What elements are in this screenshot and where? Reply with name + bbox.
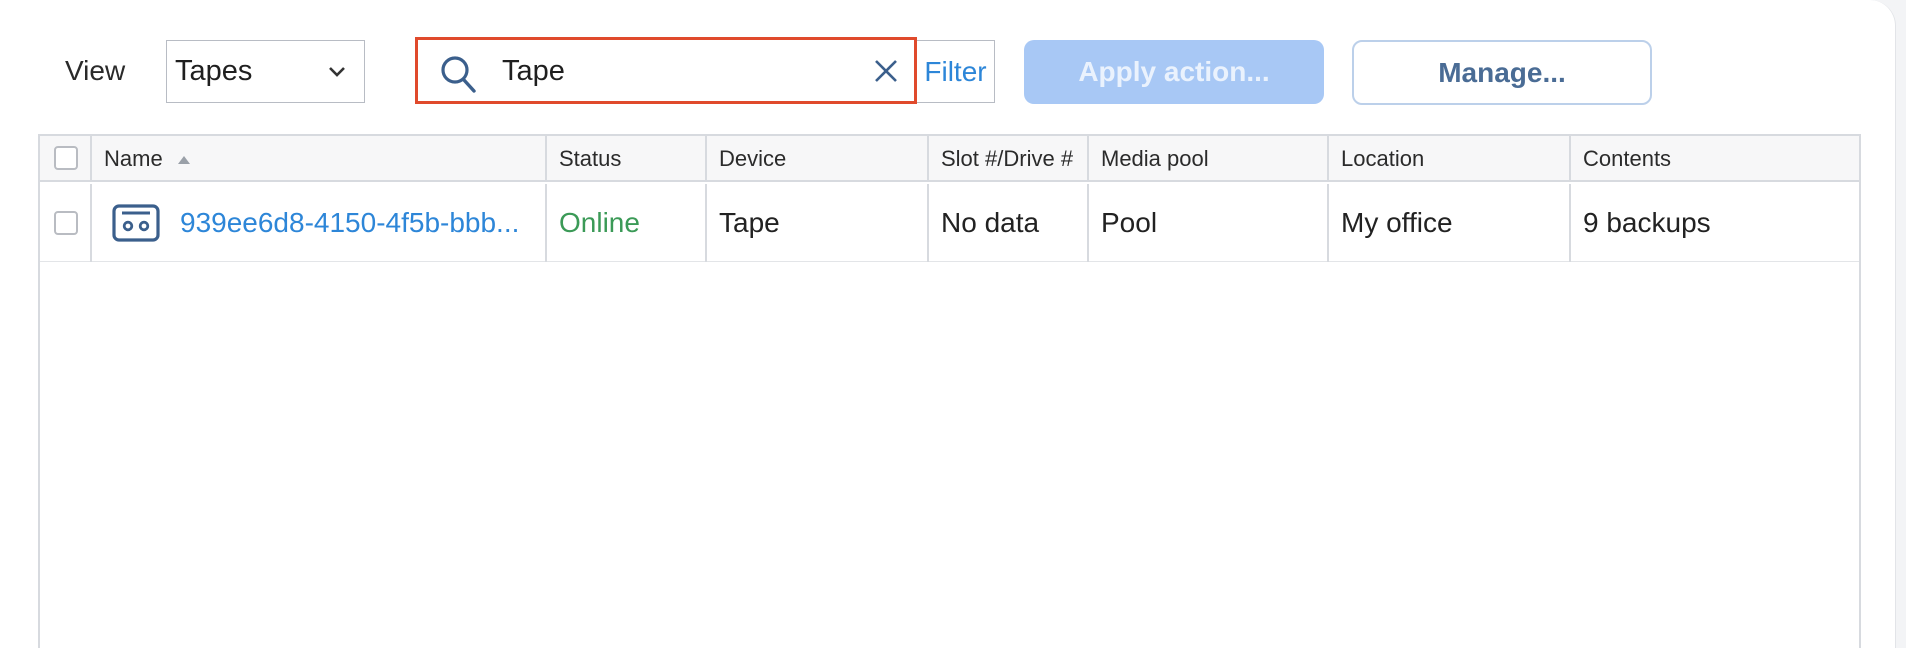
search-icon bbox=[441, 56, 476, 93]
sort-ascending-icon bbox=[177, 156, 190, 165]
media-pool-cell: Pool bbox=[1089, 184, 1329, 262]
manage-button[interactable]: Manage... bbox=[1352, 40, 1652, 105]
tape-cassette-icon bbox=[112, 204, 160, 242]
column-header-contents[interactable]: Contents bbox=[1571, 136, 1859, 182]
contents-cell: 9 backups bbox=[1583, 207, 1711, 238]
table-row[interactable]: 939ee6d8-4150-4f5b-bbb... Online Tape No… bbox=[40, 184, 1859, 262]
filter-button[interactable]: Filter bbox=[917, 40, 995, 103]
column-header-slot[interactable]: Slot #/Drive # bbox=[929, 136, 1089, 182]
tape-name-link[interactable]: 939ee6d8-4150-4f5b-bbb... bbox=[180, 207, 519, 238]
column-header-name[interactable]: Name bbox=[92, 136, 547, 182]
tapes-table: Name Status Device Slot #/Drive # Media … bbox=[38, 134, 1861, 648]
column-header-location[interactable]: Location bbox=[1329, 136, 1571, 182]
status-cell: Online bbox=[547, 184, 707, 262]
slot-cell: No data bbox=[929, 184, 1089, 262]
device-cell: Tape bbox=[707, 184, 929, 262]
apply-action-button[interactable]: Apply action... bbox=[1024, 40, 1324, 104]
column-header-media-pool[interactable]: Media pool bbox=[1089, 136, 1329, 182]
table-header: Name Status Device Slot #/Drive # Media … bbox=[40, 136, 1859, 182]
select-all-checkbox[interactable] bbox=[54, 146, 78, 170]
select-all-cell bbox=[40, 136, 92, 182]
view-label: View bbox=[65, 55, 126, 86]
column-header-status[interactable]: Status bbox=[547, 136, 707, 182]
name-cell: 939ee6d8-4150-4f5b-bbb... bbox=[92, 184, 547, 262]
search-box bbox=[415, 37, 917, 104]
close-icon[interactable] bbox=[873, 58, 899, 84]
column-header-device[interactable]: Device bbox=[707, 136, 929, 182]
chevron-down-icon bbox=[329, 67, 345, 77]
row-checkbox[interactable] bbox=[54, 211, 78, 235]
tapes-panel: View Tapes Filter Apply action... Manage… bbox=[0, 0, 1896, 648]
column-header-name-label: Name bbox=[104, 146, 163, 171]
location-cell: My office bbox=[1329, 184, 1571, 262]
view-dropdown-value: Tapes bbox=[175, 55, 253, 87]
row-select-cell bbox=[40, 184, 92, 262]
search-input[interactable] bbox=[502, 50, 852, 92]
view-dropdown[interactable]: Tapes bbox=[166, 40, 365, 103]
